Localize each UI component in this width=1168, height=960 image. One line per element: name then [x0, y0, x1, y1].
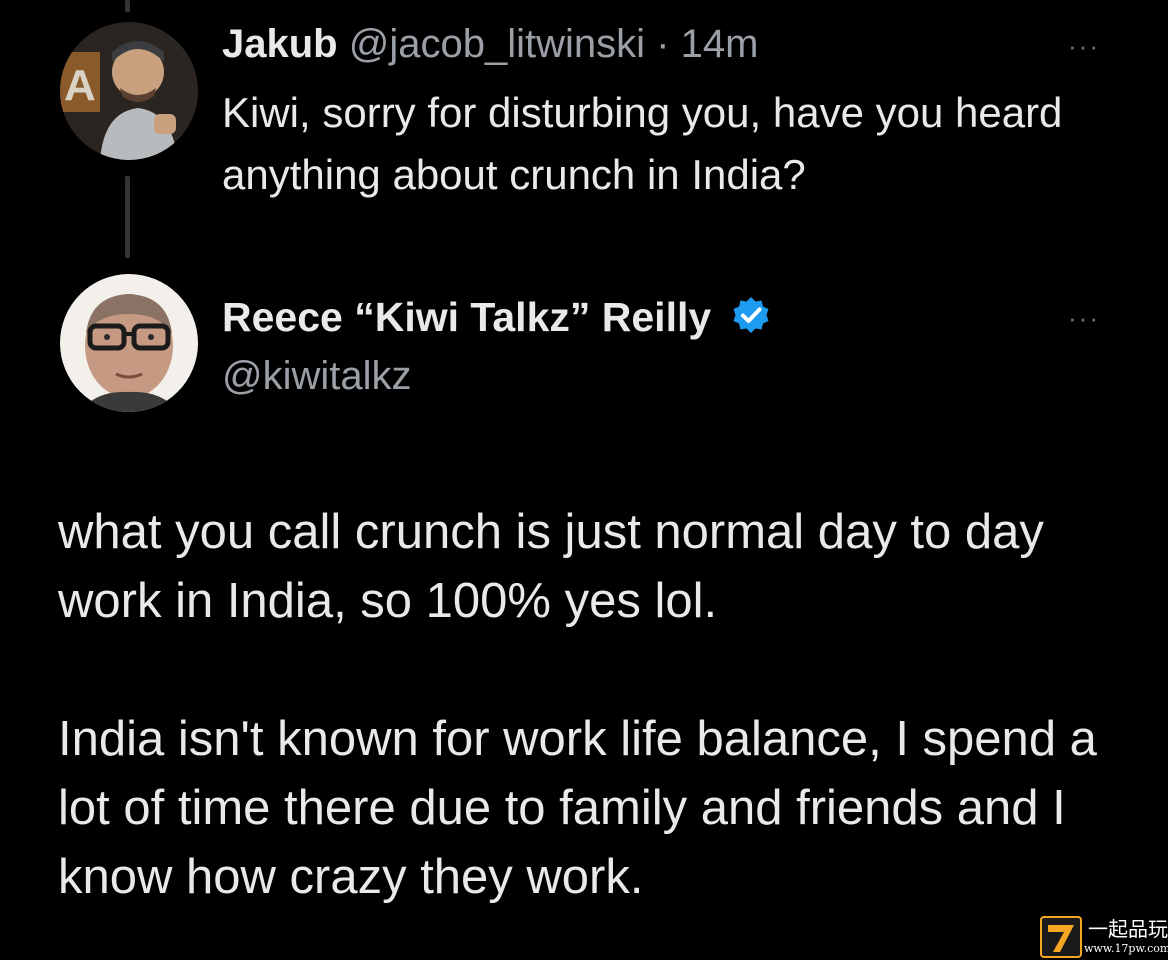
- thread-line-top: [125, 0, 130, 12]
- more-options-icon[interactable]: ···: [1068, 33, 1100, 59]
- watermark-text: 一起品玩: [1088, 917, 1168, 941]
- watermark-url: www.17pw.com: [1084, 942, 1168, 955]
- reply-author-handle[interactable]: @kiwitalkz: [222, 350, 412, 402]
- reply-author-name[interactable]: Reece “Kiwi Talkz” Reilly: [222, 294, 711, 340]
- reece-avatar[interactable]: [60, 274, 198, 412]
- tweet-text: Kiwi, sorry for disturbing you, have you…: [222, 89, 1063, 198]
- tweet-timestamp[interactable]: 14m: [681, 22, 759, 66]
- author-handle[interactable]: @jacob_litwinski: [349, 22, 645, 66]
- header-separator: ·: [656, 22, 670, 66]
- thread-line-connector: [125, 176, 130, 258]
- tweet-header: Jakub @jacob_litwinski · 14m: [222, 20, 758, 68]
- watermark: 一起品玩 www.17pw.com: [1040, 914, 1168, 960]
- svg-text:A: A: [64, 61, 96, 110]
- reply-header: Reece “Kiwi Talkz” Reilly: [222, 290, 771, 348]
- reply-paragraph-2: India isn't known for work life balance,…: [58, 712, 1097, 904]
- watermark-logo-icon: [1040, 916, 1082, 958]
- reply-paragraph-1: what you call crunch is just normal day …: [58, 505, 1044, 628]
- jakub-avatar[interactable]: A: [60, 22, 198, 160]
- reply-more-options-icon[interactable]: ···: [1068, 305, 1100, 331]
- reply-text: what you call crunch is just normal day …: [58, 498, 1118, 912]
- verified-badge-icon: [731, 294, 771, 348]
- author-name[interactable]: Jakub: [222, 22, 338, 66]
